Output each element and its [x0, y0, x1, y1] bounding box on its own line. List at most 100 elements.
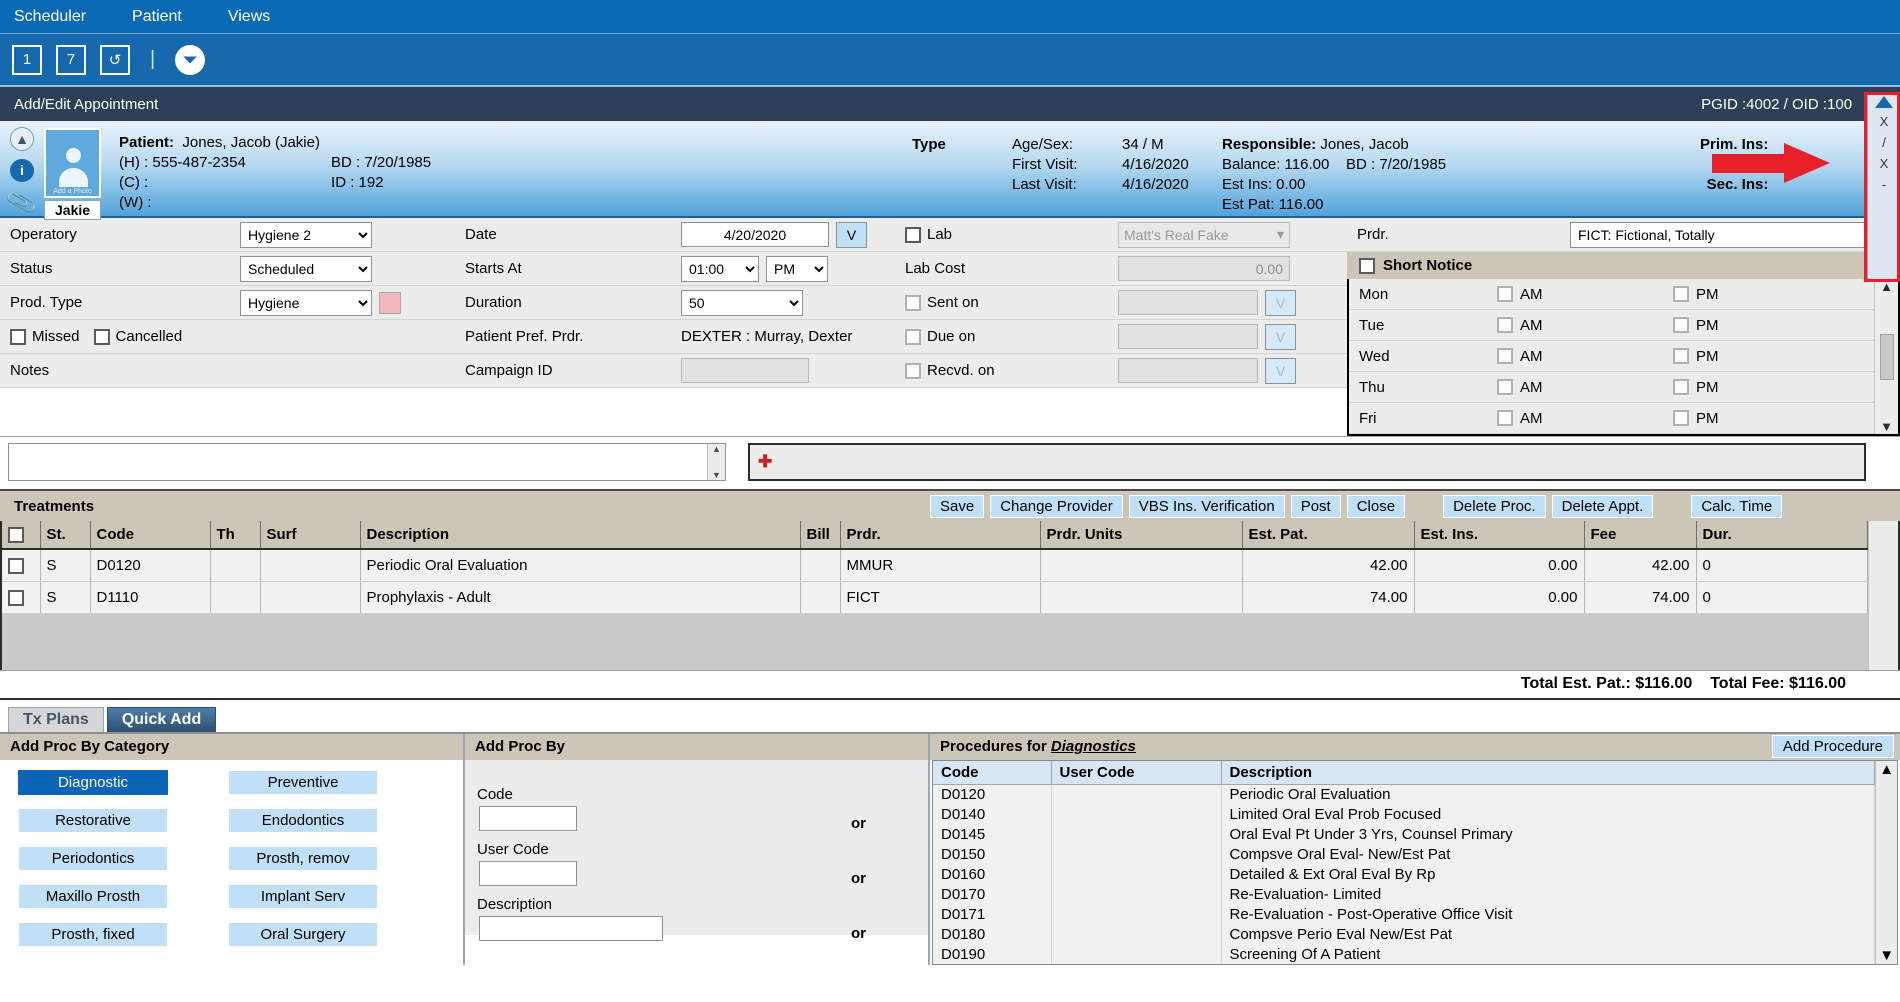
- list-item[interactable]: D0190 Screening Of A Patient: [933, 944, 1876, 964]
- scroll-down-icon[interactable]: ▼: [712, 470, 721, 480]
- due-on-checkbox[interactable]: [905, 328, 921, 345]
- list-item[interactable]: D0160 Detailed & Ext Oral Eval By Rp: [933, 864, 1876, 884]
- treatments-scrollbar[interactable]: [1868, 521, 1898, 670]
- lab-checkbox[interactable]: [905, 226, 921, 243]
- delete-proc-button[interactable]: Delete Proc.: [1443, 494, 1546, 518]
- recvd-on-date-button[interactable]: V: [1265, 357, 1296, 384]
- list-item[interactable]: D0145 Oral Eval Pt Under 3 Yrs, Counsel …: [933, 824, 1876, 844]
- day-view-button[interactable]: 1: [12, 44, 42, 75]
- prdr-select[interactable]: FICT: Fictional, Totally: [1570, 221, 1894, 248]
- add-procedure-button[interactable]: Add Procedure: [1771, 735, 1894, 758]
- short-notice-am-checkbox[interactable]: [1497, 410, 1513, 426]
- short-notice-checkbox[interactable]: [1359, 257, 1375, 274]
- category-button-prosth-fixed[interactable]: Prosth, fixed: [18, 921, 168, 947]
- category-button-diagnostic[interactable]: Diagnostic: [18, 769, 168, 795]
- short-notice-scrollbar[interactable]: ▲ ▼: [1874, 279, 1898, 434]
- lab-vendor-select[interactable]: Matt's Real Fake ▾: [1118, 221, 1290, 248]
- lab-notes-box[interactable]: ✚: [748, 443, 1866, 481]
- meridiem-select[interactable]: PM: [766, 255, 828, 282]
- vbs-ins-verification-button[interactable]: VBS Ins. Verification: [1128, 494, 1285, 518]
- list-item[interactable]: D0171 Re-Evaluation - Post-Operative Off…: [933, 904, 1876, 924]
- category-button-prosth-remov[interactable]: Prosth, remov: [228, 845, 378, 871]
- save-button[interactable]: Save: [930, 494, 985, 518]
- recvd-on-input[interactable]: [1118, 358, 1258, 383]
- due-on-input[interactable]: [1118, 324, 1258, 349]
- menu-item-patient[interactable]: Patient: [132, 8, 182, 26]
- duration-select[interactable]: 50: [681, 289, 803, 316]
- scroll-down-icon[interactable]: ▼: [1880, 419, 1893, 434]
- operatory-select[interactable]: Hygiene 2: [240, 221, 372, 248]
- menu-item-views[interactable]: Views: [228, 8, 270, 26]
- select-all-header[interactable]: [2, 521, 41, 550]
- missed-checkbox[interactable]: [10, 328, 26, 345]
- list-item[interactable]: D0180 Compsve Perio Eval New/Est Pat: [933, 924, 1876, 944]
- sent-on-checkbox[interactable]: [905, 294, 921, 311]
- short-notice-pm-checkbox[interactable]: [1673, 317, 1689, 333]
- short-notice-am-checkbox[interactable]: [1497, 317, 1513, 333]
- user-code-input[interactable]: [479, 860, 577, 886]
- tab-tx-plans[interactable]: Tx Plans: [8, 706, 104, 732]
- table-row[interactable]: S D1110 Prophylaxis - Adult FICT 74.00 0…: [2, 581, 1868, 614]
- lab-cost-input[interactable]: 0.00: [1118, 256, 1290, 281]
- campaign-input[interactable]: [681, 358, 809, 383]
- short-notice-pm-checkbox[interactable]: [1673, 348, 1689, 364]
- date-picker-button[interactable]: V: [836, 221, 867, 248]
- procedures-scrollbar[interactable]: ▲ ▼: [1875, 760, 1897, 964]
- start-time-select[interactable]: 01:00: [681, 255, 759, 282]
- category-button-preventive[interactable]: Preventive: [228, 769, 378, 795]
- avatar[interactable]: Add a Photo: [44, 128, 101, 198]
- list-item[interactable]: D0140 Limited Oral Eval Prob Focused: [933, 804, 1876, 824]
- category-button-oral-surgery[interactable]: Oral Surgery: [228, 921, 378, 947]
- info-icon[interactable]: i: [10, 158, 34, 182]
- description-input[interactable]: [479, 915, 663, 941]
- week-view-button[interactable]: 7: [56, 44, 86, 75]
- row-checkbox-cell[interactable]: [2, 581, 41, 614]
- table-row[interactable]: S D0120 Periodic Oral Evaluation MMUR 42…: [2, 549, 1868, 582]
- status-select[interactable]: Scheduled: [240, 255, 372, 282]
- prod-type-select[interactable]: Hygiene: [240, 289, 372, 316]
- category-button-implant-serv[interactable]: Implant Serv: [228, 883, 378, 909]
- category-button-maxillo-prosth[interactable]: Maxillo Prosth: [18, 883, 168, 909]
- list-item[interactable]: D0170 Re-Evaluation- Limited: [933, 884, 1876, 904]
- menu-item-scheduler[interactable]: Scheduler: [14, 8, 86, 26]
- tab-quick-add[interactable]: Quick Add: [106, 706, 217, 732]
- scroll-up-icon[interactable]: ▲: [712, 444, 721, 454]
- recvd-on-checkbox[interactable]: [905, 362, 921, 379]
- category-button-endodontics[interactable]: Endodontics: [228, 807, 378, 833]
- notes-scroll-spinner[interactable]: ▲ ▼: [707, 444, 725, 480]
- short-notice-am-checkbox[interactable]: [1497, 379, 1513, 395]
- date-input[interactable]: [681, 222, 829, 247]
- post-button[interactable]: Post: [1290, 494, 1341, 518]
- code-input[interactable]: [479, 805, 577, 831]
- scroll-down-icon[interactable]: ▼: [1879, 947, 1894, 964]
- notes-input[interactable]: ▲ ▼: [8, 443, 726, 481]
- list-item[interactable]: D0120 Periodic Oral Evaluation: [933, 784, 1876, 804]
- short-notice-pm-checkbox[interactable]: [1673, 286, 1689, 302]
- short-notice-am-checkbox[interactable]: [1497, 348, 1513, 364]
- due-on-date-button[interactable]: V: [1265, 323, 1296, 350]
- row-checkbox[interactable]: [8, 557, 24, 574]
- row-checkbox-cell[interactable]: [2, 549, 41, 582]
- refresh-icon[interactable]: ↺: [100, 44, 130, 75]
- select-all-checkbox[interactable]: [8, 527, 24, 544]
- collapse-icon[interactable]: ▲: [10, 127, 34, 151]
- short-notice-pm-checkbox[interactable]: [1673, 410, 1689, 426]
- calc-time-button[interactable]: Calc. Time: [1691, 494, 1783, 518]
- sent-on-input[interactable]: [1118, 290, 1258, 315]
- prod-type-color-swatch[interactable]: [379, 291, 401, 314]
- category-button-restorative[interactable]: Restorative: [18, 807, 168, 833]
- category-button-periodontics[interactable]: Periodontics: [18, 845, 168, 871]
- attachment-icon[interactable]: 📎: [5, 186, 40, 220]
- sent-on-date-button[interactable]: V: [1265, 289, 1296, 316]
- scroll-thumb[interactable]: [1879, 333, 1894, 380]
- chevron-double-down-icon[interactable]: ⏷: [175, 44, 206, 75]
- scroll-up-icon[interactable]: ▲: [1879, 761, 1894, 778]
- list-item[interactable]: D0150 Compsve Oral Eval- New/Est Pat: [933, 844, 1876, 864]
- row-checkbox[interactable]: [8, 589, 24, 606]
- change-provider-button[interactable]: Change Provider: [990, 494, 1123, 518]
- close-button[interactable]: Close: [1346, 494, 1406, 518]
- cancelled-checkbox[interactable]: [93, 328, 110, 345]
- short-notice-am-checkbox[interactable]: [1497, 286, 1513, 302]
- delete-appt-button[interactable]: Delete Appt.: [1551, 494, 1654, 518]
- short-notice-pm-checkbox[interactable]: [1673, 379, 1689, 395]
